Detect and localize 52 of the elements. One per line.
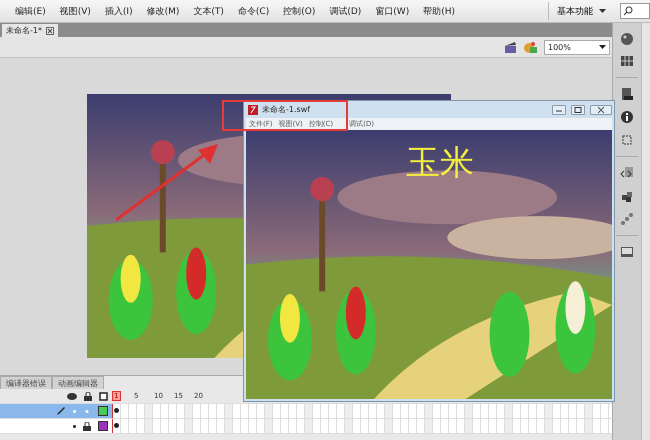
panel-tab[interactable]: 编译器错误 <box>0 376 52 389</box>
menu-item[interactable]: 控制(O) <box>276 4 322 18</box>
menu-item[interactable]: 插入(I) <box>98 4 140 18</box>
close-icon[interactable] <box>46 26 54 34</box>
layer-row[interactable] <box>0 404 112 418</box>
lock-icon[interactable] <box>83 422 91 430</box>
menu-item[interactable]: 帮助(H) <box>416 4 462 18</box>
lock-icon[interactable] <box>84 392 92 400</box>
zoom-value: 100% <box>548 42 571 52</box>
shapes-icon[interactable] <box>523 40 539 54</box>
search-icon[interactable] <box>623 6 633 16</box>
keyframe-icon[interactable] <box>114 408 119 413</box>
app-icon[interactable] <box>248 104 258 114</box>
menu-item[interactable]: 命令(C) <box>230 4 276 18</box>
panel-tab[interactable]: 动画编辑器 <box>52 376 104 389</box>
movie-title: 玉米 <box>406 142 474 185</box>
maximize-icon[interactable] <box>571 104 585 114</box>
window-title: 未命名-1.swf <box>262 104 310 115</box>
caret-icon[interactable] <box>599 9 606 13</box>
workspace-dropdown[interactable]: 基本功能 <box>548 2 614 20</box>
menu-item[interactable]: 视图(V) <box>52 4 98 18</box>
pencil-icon[interactable] <box>56 406 66 416</box>
menu-item[interactable]: 编辑(E) <box>8 4 53 18</box>
library-icon[interactable] <box>620 87 634 101</box>
clapper-icon[interactable] <box>504 41 518 53</box>
transform-icon[interactable] <box>620 133 634 147</box>
info-icon[interactable] <box>620 110 634 124</box>
code-icon[interactable] <box>620 166 634 180</box>
layer-color-swatch[interactable] <box>98 421 108 431</box>
screen-icon[interactable] <box>620 245 634 259</box>
tab-title: 未命名-1* <box>6 25 42 36</box>
zoom-field[interactable]: 100% <box>544 40 610 54</box>
layer-color-swatch[interactable] <box>98 406 108 416</box>
menu-item[interactable]: 调试(D) <box>322 4 368 18</box>
motion-icon[interactable] <box>620 212 634 226</box>
menu-item[interactable]: 窗口(W) <box>368 4 416 18</box>
search-field[interactable] <box>620 3 650 19</box>
minimize-icon[interactable] <box>552 104 566 114</box>
eye-icon[interactable] <box>67 392 77 400</box>
document-tab[interactable]: 未命名-1* <box>2 24 58 37</box>
dot-icon[interactable] <box>73 410 76 412</box>
components-icon[interactable] <box>620 189 634 203</box>
menu-item[interactable]: 文本(T) <box>186 4 231 18</box>
dot-icon[interactable] <box>83 410 91 412</box>
grid-icon[interactable] <box>620 54 634 68</box>
layer-row[interactable] <box>0 419 112 433</box>
close-icon[interactable] <box>590 104 612 114</box>
dot-icon[interactable] <box>73 424 76 428</box>
keyframe-icon[interactable] <box>114 423 119 428</box>
outline-icon[interactable] <box>99 392 108 400</box>
caret-icon[interactable] <box>599 45 606 49</box>
menu-item[interactable]: 修改(M) <box>140 4 186 18</box>
